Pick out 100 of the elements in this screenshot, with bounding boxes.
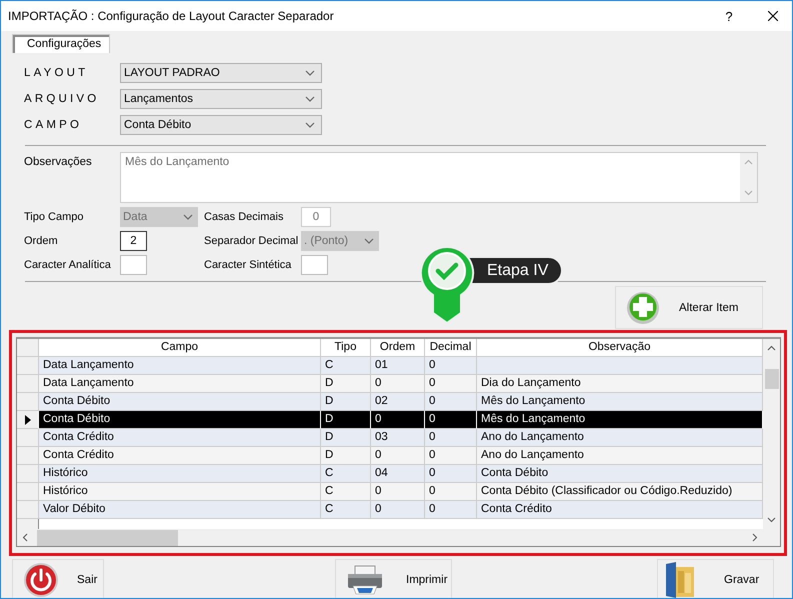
field-label: Caracter Sintética [204, 259, 292, 271]
column-header[interactable]: Observação [477, 339, 763, 357]
chevron-down-icon [305, 70, 315, 76]
field-label: ARQUIVO [24, 93, 100, 105]
close-icon[interactable] [768, 11, 778, 21]
column-header[interactable]: Ordem [371, 339, 425, 357]
table-cell: D [321, 375, 371, 393]
print-button[interactable]: Imprimir [335, 559, 452, 598]
dropdown[interactable]: LAYOUT PADRAO [120, 63, 322, 83]
table-cell: 0 [425, 465, 477, 483]
table-cell: Conta Crédito [477, 501, 763, 519]
table-cell: C [321, 357, 371, 375]
dropdown[interactable]: Conta Débito [120, 115, 322, 135]
table-cell: Valor Débito [39, 501, 321, 519]
table-cell: 01 [371, 357, 425, 375]
chevron-up-icon[interactable] [767, 345, 776, 351]
chevron-down-icon [364, 238, 374, 244]
table-cell: 0 [371, 501, 425, 519]
data-grid[interactable] [16, 337, 781, 547]
table-cell: 0 [425, 411, 477, 429]
chevron-down-icon [305, 122, 315, 128]
table-cell: Mês do Lançamento [477, 411, 763, 429]
chevron-down-icon [305, 96, 315, 102]
field-label: Casas Decimais [204, 211, 284, 223]
printer-icon [346, 565, 384, 595]
exit-button[interactable]: Sair [12, 559, 104, 598]
scrollbar-thumb[interactable] [37, 530, 178, 546]
input-field[interactable] [120, 255, 147, 275]
table-row[interactable]: Conta Débito D 02 0 Mês do Lançamento [17, 393, 763, 411]
table-cell: D [321, 429, 371, 447]
chevron-right-icon[interactable] [752, 533, 758, 542]
table-cell: D [321, 411, 371, 429]
table-row[interactable]: Data Lançamento D 0 0 Dia do Lançamento [17, 375, 763, 393]
settings-tab[interactable]: Configurações [12, 34, 110, 53]
table-row[interactable]: Conta Crédito D 03 0 Ano do Lançamento [17, 429, 763, 447]
table-cell: 0 [371, 411, 425, 429]
table-row[interactable]: Conta Crédito D 0 0 Ano do Lançamento [17, 447, 763, 465]
table-cell: 02 [371, 393, 425, 411]
table-cell: Conta Crédito [39, 429, 321, 447]
corner-header [17, 339, 39, 357]
table-cell: 0 [371, 483, 425, 501]
table-row[interactable]: Data Lançamento C 01 0 [17, 357, 763, 375]
scrollbar-thumb[interactable] [764, 369, 778, 389]
table-cell: Conta Crédito [39, 447, 321, 465]
table-cell: Conta Débito (Classificador ou Código.Reduzido) [477, 483, 763, 501]
table-cell: Histórico [39, 483, 321, 501]
help-button[interactable]: ? [722, 8, 736, 24]
dropdown[interactable]: Lançamentos [120, 89, 322, 109]
table-cell: Dia do Lançamento [477, 375, 763, 393]
table-cell: Ano do Lançamento [477, 429, 763, 447]
plus-icon [626, 290, 660, 324]
table-cell: 0 [371, 447, 425, 465]
table-row[interactable]: Histórico C 0 0 Conta Débito (Classificador ou Código.Reduzido) [17, 483, 763, 501]
table-cell: Histórico [39, 465, 321, 483]
field-label: Observações [24, 155, 93, 170]
input-field[interactable]: 2 [120, 231, 147, 251]
table-cell: C [321, 465, 371, 483]
row-header-strip [17, 519, 39, 529]
table-cell: 03 [371, 429, 425, 447]
column-header[interactable]: Decimal [425, 339, 477, 357]
save-button[interactable]: Gravar [657, 559, 774, 598]
field-label: Caracter Analítica [24, 259, 112, 271]
table-row[interactable]: Histórico C 04 0 Conta Débito [17, 465, 763, 483]
table-cell: 0 [425, 501, 477, 519]
table-cell: C [321, 483, 371, 501]
table-cell: D [321, 393, 371, 411]
chevron-left-icon[interactable] [22, 533, 28, 542]
field-label: Tipo Campo [24, 211, 85, 223]
field-label: LAYOUT [24, 67, 90, 79]
chevron-down-icon[interactable] [767, 517, 776, 523]
table-cell: C [321, 501, 371, 519]
table-cell: D [321, 447, 371, 465]
table-cell: Data Lançamento [39, 375, 321, 393]
row-pointer-icon [24, 414, 30, 424]
table-cell: 0 [425, 357, 477, 375]
field-label: Ordem [24, 235, 59, 247]
table-cell: Conta Débito [39, 393, 321, 411]
binder-icon [664, 561, 696, 598]
selected-row[interactable]: Conta Débito D 0 0 Mês do Lançamento [17, 411, 763, 429]
table-cell: Mês do Lançamento [477, 393, 763, 411]
window-title: IMPORTAÇÃO : Configuração de Layout Caracter Separador [8, 9, 335, 23]
table-cell: 0 [425, 447, 477, 465]
table-cell: 04 [371, 465, 425, 483]
table-cell: 0 [425, 429, 477, 447]
column-header[interactable]: Tipo [321, 339, 371, 357]
table-cell: Conta Débito [477, 465, 763, 483]
input-field[interactable] [301, 255, 328, 275]
checkmark-pin-icon [419, 245, 475, 325]
field-label: Separador Decimal [204, 235, 300, 247]
table-cell: Data Lançamento [39, 357, 321, 375]
chevron-down-icon [183, 214, 193, 220]
column-header[interactable]: Campo [39, 339, 321, 357]
table-cell: 0 [425, 393, 477, 411]
table-cell: 0 [425, 483, 477, 501]
table-row[interactable]: Valor Débito C 0 0 Conta Crédito [17, 501, 763, 519]
alter-item-button[interactable]: Alterar Item [615, 286, 763, 329]
table-cell: 0 [425, 375, 477, 393]
field-label: CAMPO [24, 119, 84, 131]
table-cell: Conta Débito [39, 411, 321, 429]
table-cell: 0 [371, 375, 425, 393]
